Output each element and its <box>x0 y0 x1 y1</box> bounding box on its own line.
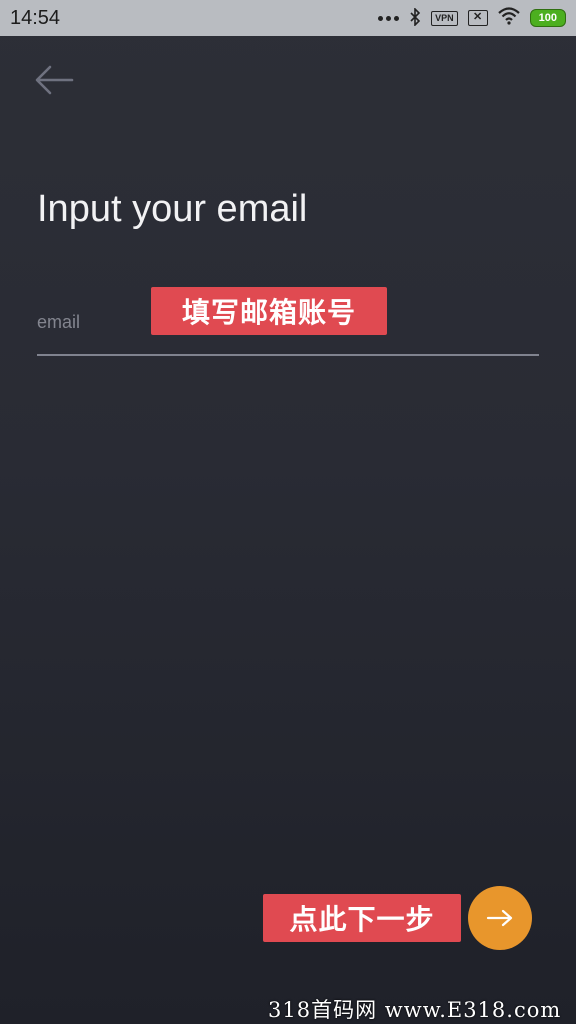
status-time: 14:54 <box>10 6 61 29</box>
annotation-next-hint: 点此下一步 <box>263 894 461 942</box>
app-screen: 14:54 VPN ✕ 100 Input your email email 填… <box>0 0 576 1024</box>
wifi-icon <box>497 6 520 30</box>
vpn-icon: VPN <box>431 10 458 26</box>
arrow-right-icon <box>486 909 513 927</box>
page-title: Input your email <box>37 188 308 230</box>
more-dots-icon <box>378 15 400 21</box>
battery-icon: 100 <box>529 9 566 27</box>
back-button[interactable] <box>30 60 78 100</box>
bluetooth-icon <box>409 6 421 29</box>
arrow-left-icon <box>35 65 74 95</box>
status-bar: 14:54 VPN ✕ 100 <box>0 0 576 36</box>
next-button[interactable] <box>468 886 532 950</box>
watermark-text: 318首码网 www.E318.com <box>268 998 562 1022</box>
status-icons: VPN ✕ 100 <box>378 6 566 30</box>
no-sim-icon: ✕ <box>467 10 488 26</box>
annotation-email-hint: 填写邮箱账号 <box>151 287 387 335</box>
